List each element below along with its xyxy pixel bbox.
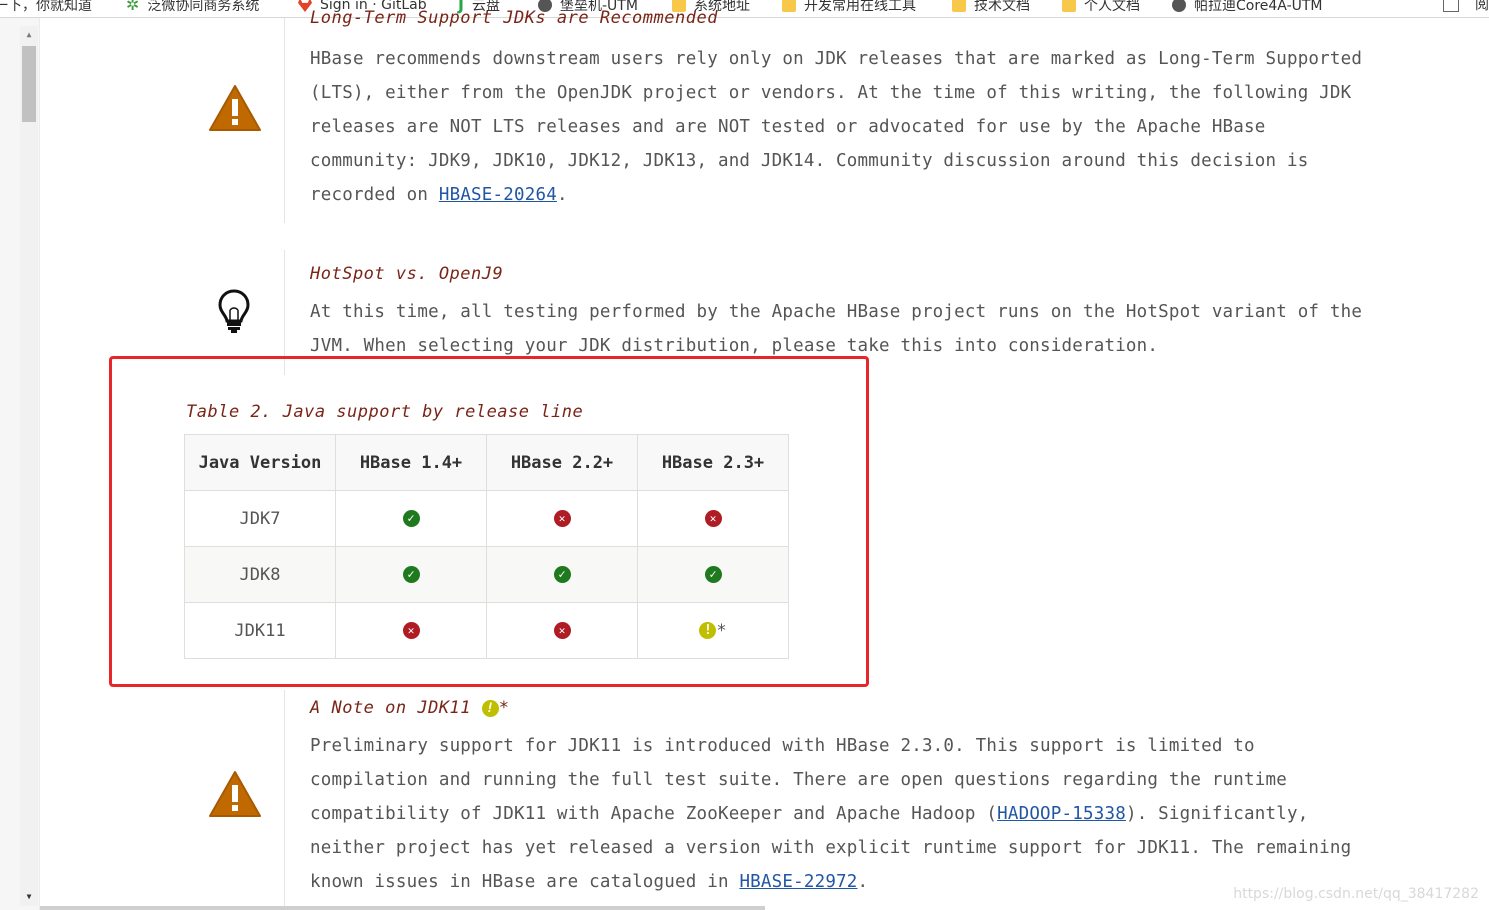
support-cell: ✓ <box>335 546 487 603</box>
paragraph-text: . <box>556 185 568 205</box>
watermark: https://blog.csdn.net/qq_38417282 <box>1233 886 1479 902</box>
jdk11-paragraph: Preliminary support for JDK11 is introdu… <box>310 729 1380 899</box>
scroll-down-arrow-icon[interactable]: ▼ <box>20 890 38 904</box>
bookmark-folder-personal[interactable]: 个人文档 <box>1062 0 1140 16</box>
not-supported-x-icon: ✕ <box>553 510 571 527</box>
reading-list-label[interactable]: 阅 <box>1475 0 1489 14</box>
title-asterisk: * <box>498 698 510 718</box>
table-row: JDK8 ✓ ✓ ✓ <box>184 546 789 603</box>
not-supported-x-icon: ✕ <box>704 510 722 527</box>
partial-asterisk: * <box>716 620 727 641</box>
bookmark-label: 帕拉迪Core4A-UTM <box>1194 0 1323 14</box>
not-supported-x-icon: ✕ <box>553 622 571 639</box>
globe-icon <box>1172 0 1186 12</box>
bookmark-folder-tech-docs[interactable]: 技术文档 <box>952 0 1030 16</box>
vertical-scrollbar[interactable]: ▲ ▼ <box>20 26 38 906</box>
jdk11-note-title: A Note on JDK11 ! * <box>310 698 510 718</box>
header-hbase-1-4: HBase 1.4+ <box>335 434 487 491</box>
admonition-divider <box>284 18 285 223</box>
java-version-cell: JDK8 <box>184 546 336 603</box>
horizontal-scrollbar[interactable] <box>40 906 765 910</box>
bookmark-label: 个人文档 <box>1084 0 1140 14</box>
supported-check-icon: ✓ <box>402 510 420 527</box>
warning-icon <box>209 771 261 817</box>
reading-list-icon[interactable] <box>1443 0 1459 12</box>
admonition-title: HotSpot vs. OpenJ9 <box>310 264 504 284</box>
support-cell: ✓ <box>335 490 487 547</box>
header-java-version: Java Version <box>184 434 336 491</box>
lts-paragraph: HBase recommends downstream users rely o… <box>310 42 1380 212</box>
bookmark-folder-tools[interactable]: 开发常用在线工具 <box>782 0 916 16</box>
scrollbar-thumb[interactable] <box>22 46 36 122</box>
bookmark-weaver[interactable]: ✲ 泛微协同商务系统 <box>126 0 259 16</box>
not-supported-x-icon: ✕ <box>402 622 420 639</box>
bookmarks-bar: 一下，你就知道 ✲ 泛微协同商务系统 Sign in · GitLab J 云盘 堡… <box>0 0 1489 18</box>
folder-icon <box>952 0 966 12</box>
table-body: JDK7 ✓ ✕ ✕ JDK8 ✓ ✓ ✓ JDK11 ✕ ✕! * <box>184 490 789 659</box>
admonition-title: Long-Term Support JDKs are Recommended <box>310 8 718 28</box>
bookmark-label: 开发常用在线工具 <box>804 0 916 14</box>
support-cell: ✓ <box>486 546 638 603</box>
table-row: JDK11 ✕ ✕! * <box>184 602 789 659</box>
paragraph-text: HBase recommends downstream users rely o… <box>310 49 1363 205</box>
table-row: JDK7 ✓ ✕ ✕ <box>184 490 789 547</box>
supported-check-icon: ✓ <box>402 566 420 583</box>
folder-icon <box>782 0 796 12</box>
partial-support-icon: ! <box>481 699 499 717</box>
bookmark-label: 泛微协同商务系统 <box>147 0 260 14</box>
header-hbase-2-3: HBase 2.3+ <box>637 434 789 491</box>
support-cell: ✓ <box>637 546 789 603</box>
bookmark-label: 技术文档 <box>974 0 1030 14</box>
paragraph-text: . <box>857 872 869 892</box>
hadoop-15338-link[interactable]: HADOOP-15338 <box>997 804 1126 824</box>
java-version-cell: JDK7 <box>184 490 336 547</box>
supported-check-icon: ✓ <box>704 566 722 583</box>
hbase-22972-link[interactable]: HBASE-22972 <box>739 872 857 892</box>
hbase-20264-link[interactable]: HBASE-20264 <box>439 185 557 205</box>
supported-check-icon: ✓ <box>553 566 571 583</box>
bookmark-core4a-utm[interactable]: 帕拉迪Core4A-UTM <box>1172 0 1323 16</box>
partial-support-icon: ! <box>699 622 717 639</box>
support-cell: ✕ <box>637 490 789 547</box>
java-version-cell: JDK11 <box>184 602 336 659</box>
folder-icon <box>1062 0 1076 12</box>
support-cell: ✕ <box>486 602 638 659</box>
bookmark-baidu[interactable]: 一下，你就知道 <box>0 0 92 16</box>
scroll-up-arrow-icon[interactable]: ▲ <box>20 28 38 42</box>
lightbulb-icon <box>218 289 250 333</box>
table-header-row: Java Version HBase 1.4+ HBase 2.2+ HBase… <box>184 434 789 491</box>
header-hbase-2-2: HBase 2.2+ <box>486 434 638 491</box>
bookmark-label: 一下，你就知道 <box>0 0 92 14</box>
star-icon: ✲ <box>126 0 140 14</box>
table-caption: Table 2. Java support by release line <box>186 402 584 422</box>
java-support-table: Java Version HBase 1.4+ HBase 2.2+ HBase… <box>184 434 789 659</box>
admonition-title: A Note on JDK11 <box>310 698 472 718</box>
support-cell: ✕ <box>335 602 487 659</box>
warning-icon <box>209 85 261 131</box>
hotspot-paragraph: At this time, all testing performed by t… <box>310 302 1363 356</box>
support-cell: ! * <box>637 602 789 659</box>
support-cell: ✕ <box>486 490 638 547</box>
admonition-divider <box>284 690 285 910</box>
